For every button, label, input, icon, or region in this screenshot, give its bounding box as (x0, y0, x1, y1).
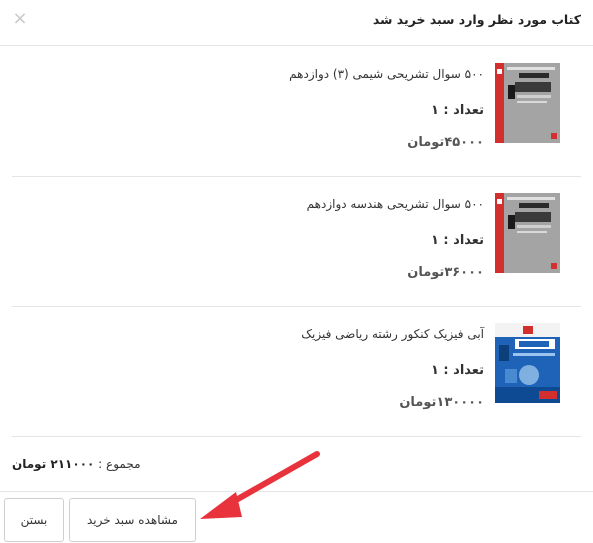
item-title[interactable]: ۵۰۰ سوال تشریحی هندسه دوازدهم (307, 197, 484, 211)
item-quantity: تعداد : ۱ (430, 103, 484, 118)
view-cart-button[interactable]: مشاهده سبد خرید (69, 498, 196, 542)
cart-item: ۵۰۰ سوال تشریحی هندسه دوازدهم تعداد : ۱ … (12, 177, 581, 307)
item-price: ۳۶۰۰۰تومان (407, 265, 484, 280)
book-cover-geometry (495, 193, 560, 273)
cart-item: ۵۰۰ سوال تشریحی شیمی (۳) دوازدهم تعداد :… (12, 47, 581, 177)
close-button[interactable]: بستن (4, 498, 64, 542)
item-title[interactable]: ۵۰۰ سوال تشریحی شیمی (۳) دوازدهم (289, 67, 484, 81)
item-price: ۴۵۰۰۰تومان (407, 135, 484, 150)
add-to-cart-modal: کتاب مورد نظر وارد سبد خرید شد × ۵۰۰ سوا… (0, 0, 593, 543)
item-price: ۱۳۰۰۰۰تومان (399, 395, 484, 410)
modal-header: کتاب مورد نظر وارد سبد خرید شد × (0, 0, 593, 46)
book-cover-image (495, 193, 560, 273)
item-quantity: تعداد : ۱ (430, 363, 484, 378)
total-amount: ۲۱۱۰۰۰ تومان (12, 457, 95, 471)
item-quantity: تعداد : ۱ (430, 233, 484, 248)
cart-total: مجموع : ۲۱۱۰۰۰ تومان (12, 457, 141, 471)
book-cover-image (495, 323, 560, 403)
modal-title: کتاب مورد نظر وارد سبد خرید شد (372, 12, 581, 27)
close-icon[interactable]: × (10, 9, 30, 29)
total-label: مجموع : (98, 457, 141, 471)
book-cover-physics (495, 323, 560, 403)
book-cover-image (495, 63, 560, 143)
modal-footer: مشاهده سبد خرید بستن (0, 491, 593, 543)
item-title[interactable]: آبی فیزیک کنکور رشته ریاضی فیزیک (301, 327, 484, 341)
cart-item: آبی فیزیک کنکور رشته ریاضی فیزیک تعداد :… (12, 307, 581, 437)
book-cover-chemistry (495, 63, 560, 143)
